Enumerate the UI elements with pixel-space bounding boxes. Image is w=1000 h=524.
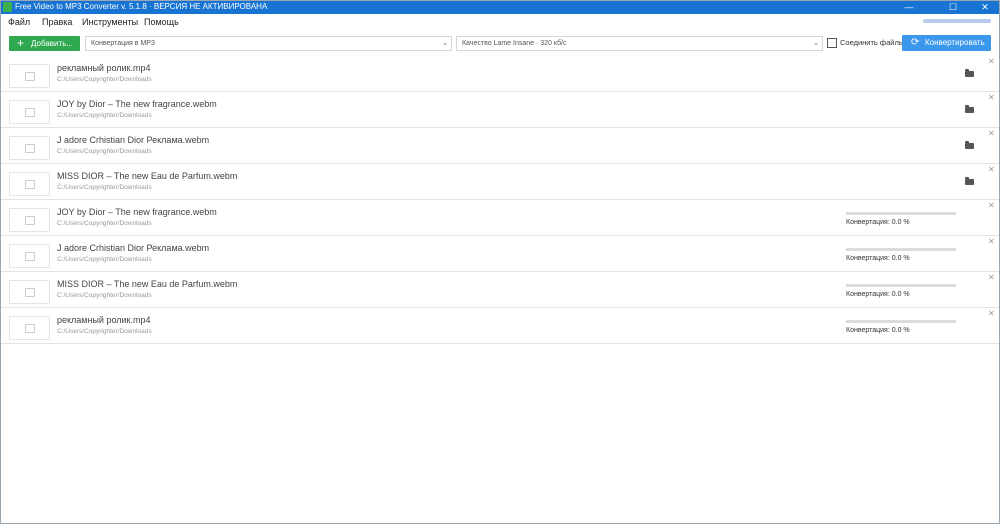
file-row[interactable]: J adore Crhistian Dior Реклама.webm C:/U…: [0, 128, 1000, 164]
file-path: C:/Users/Copyrighter/Downloads: [57, 328, 152, 335]
open-folder-icon[interactable]: [965, 69, 974, 77]
maximize-icon[interactable]: ☐: [940, 0, 966, 14]
add-button[interactable]: + Добавить...: [9, 36, 80, 51]
file-row[interactable]: рекламный ролик.mp4 C:/Users/Copyrighter…: [0, 308, 1000, 344]
remove-file-icon[interactable]: ✕: [988, 238, 995, 246]
close-icon[interactable]: ✕: [972, 0, 998, 14]
quality-select-value: Качество Lame Insane · 320 кб/с: [462, 40, 567, 47]
video-thumbnail: [9, 208, 50, 232]
file-name: JOY by Dior – The new fragrance.webm: [57, 207, 217, 217]
video-camera-icon: [25, 72, 35, 81]
file-name: JOY by Dior – The new fragrance.webm: [57, 99, 217, 109]
file-row[interactable]: JOY by Dior – The new fragrance.webm C:/…: [0, 200, 1000, 236]
file-path: C:/Users/Copyrighter/Downloads: [57, 256, 152, 263]
video-camera-icon: [25, 252, 35, 261]
menu-help[interactable]: Помощь: [144, 14, 179, 30]
file-name: J adore Crhistian Dior Реклама.webm: [57, 135, 210, 145]
join-files-label: Соединить файлы: [840, 38, 905, 47]
format-select-value: Конвертация в MP3: [91, 40, 155, 47]
minimize-icon[interactable]: —: [896, 0, 922, 14]
remove-file-icon[interactable]: ✕: [988, 274, 995, 282]
chevron-down-icon: ⌄: [813, 40, 819, 47]
conversion-progress-bar: [846, 320, 956, 323]
menu-edit[interactable]: Правка: [42, 14, 72, 30]
file-path: C:/Users/Copyrighter/Downloads: [57, 220, 152, 227]
video-thumbnail: [9, 172, 50, 196]
menu-file[interactable]: Файл: [8, 14, 30, 30]
file-row[interactable]: JOY by Dior – The new fragrance.webm C:/…: [0, 92, 1000, 128]
video-camera-icon: [25, 324, 35, 333]
chevron-down-icon: ⌄: [442, 40, 448, 47]
file-name: рекламный ролик.mp4: [57, 315, 151, 325]
conversion-status: Конвертация: 0.0 %: [846, 219, 910, 226]
file-row[interactable]: MISS DIOR – The new Eau de Parfum.webm C…: [0, 272, 1000, 308]
file-path: C:/Users/Copyrighter/Downloads: [57, 184, 152, 191]
checkbox-box[interactable]: [827, 38, 837, 48]
title-bar: Free Video to MP3 Converter v. 5.1.8 · В…: [0, 0, 1000, 14]
video-camera-icon: [25, 180, 35, 189]
video-thumbnail: [9, 136, 50, 160]
remove-file-icon[interactable]: ✕: [988, 94, 995, 102]
add-button-label: Добавить...: [31, 39, 74, 48]
file-path: C:/Users/Copyrighter/Downloads: [57, 76, 152, 83]
conversion-progress-bar: [846, 284, 956, 287]
app-icon: [3, 2, 12, 12]
remove-file-icon[interactable]: ✕: [988, 166, 995, 174]
convert-button[interactable]: ⟳ Конвертировать: [902, 35, 991, 51]
window-title: Free Video to MP3 Converter v. 5.1.8 · В…: [15, 2, 268, 11]
file-name: MISS DIOR – The new Eau de Parfum.webm: [57, 171, 238, 181]
conversion-status: Конвертация: 0.0 %: [846, 291, 910, 298]
file-name: MISS DIOR – The new Eau de Parfum.webm: [57, 279, 238, 289]
menu-tools[interactable]: Инструменты: [82, 14, 138, 30]
conversion-status: Конвертация: 0.0 %: [846, 327, 910, 334]
conversion-progress-bar: [846, 212, 956, 215]
video-camera-icon: [25, 288, 35, 297]
video-thumbnail: [9, 280, 50, 304]
file-name: рекламный ролик.mp4: [57, 63, 151, 73]
file-list: рекламный ролик.mp4 C:/Users/Copyrighter…: [0, 56, 1000, 346]
remove-file-icon[interactable]: ✕: [988, 202, 995, 210]
conversion-status: Конвертация: 0.0 %: [846, 255, 910, 262]
open-folder-icon[interactable]: [965, 177, 974, 185]
conversion-progress-bar: [846, 248, 956, 251]
file-name: J adore Crhistian Dior Реклама.webm: [57, 243, 210, 253]
remove-file-icon[interactable]: ✕: [988, 130, 995, 138]
remove-file-icon[interactable]: ✕: [988, 310, 995, 318]
menu-bar: Файл Правка Инструменты Помощь: [0, 14, 1000, 30]
video-thumbnail: [9, 316, 50, 340]
video-thumbnail: [9, 244, 50, 268]
file-path: C:/Users/Copyrighter/Downloads: [57, 292, 152, 299]
file-row[interactable]: рекламный ролик.mp4 C:/Users/Copyrighter…: [0, 56, 1000, 92]
activate-link[interactable]: [923, 19, 991, 23]
video-camera-icon: [25, 108, 35, 117]
open-folder-icon[interactable]: [965, 105, 974, 113]
file-path: C:/Users/Copyrighter/Downloads: [57, 148, 152, 155]
refresh-icon: ⟳: [911, 37, 920, 48]
remove-file-icon[interactable]: ✕: [988, 58, 995, 66]
video-camera-icon: [25, 144, 35, 153]
file-path: C:/Users/Copyrighter/Downloads: [57, 112, 152, 119]
plus-icon: +: [17, 36, 25, 50]
format-select[interactable]: Конвертация в MP3 ⌄: [85, 36, 452, 51]
video-thumbnail: [9, 64, 50, 88]
file-row[interactable]: MISS DIOR – The new Eau de Parfum.webm C…: [0, 164, 1000, 200]
quality-select[interactable]: Качество Lame Insane · 320 кб/с ⌄: [456, 36, 823, 51]
convert-button-label: Конвертировать: [925, 38, 985, 47]
video-camera-icon: [25, 216, 35, 225]
file-row[interactable]: J adore Crhistian Dior Реклама.webm C:/U…: [0, 236, 1000, 272]
open-folder-icon[interactable]: [965, 141, 974, 149]
video-thumbnail: [9, 100, 50, 124]
